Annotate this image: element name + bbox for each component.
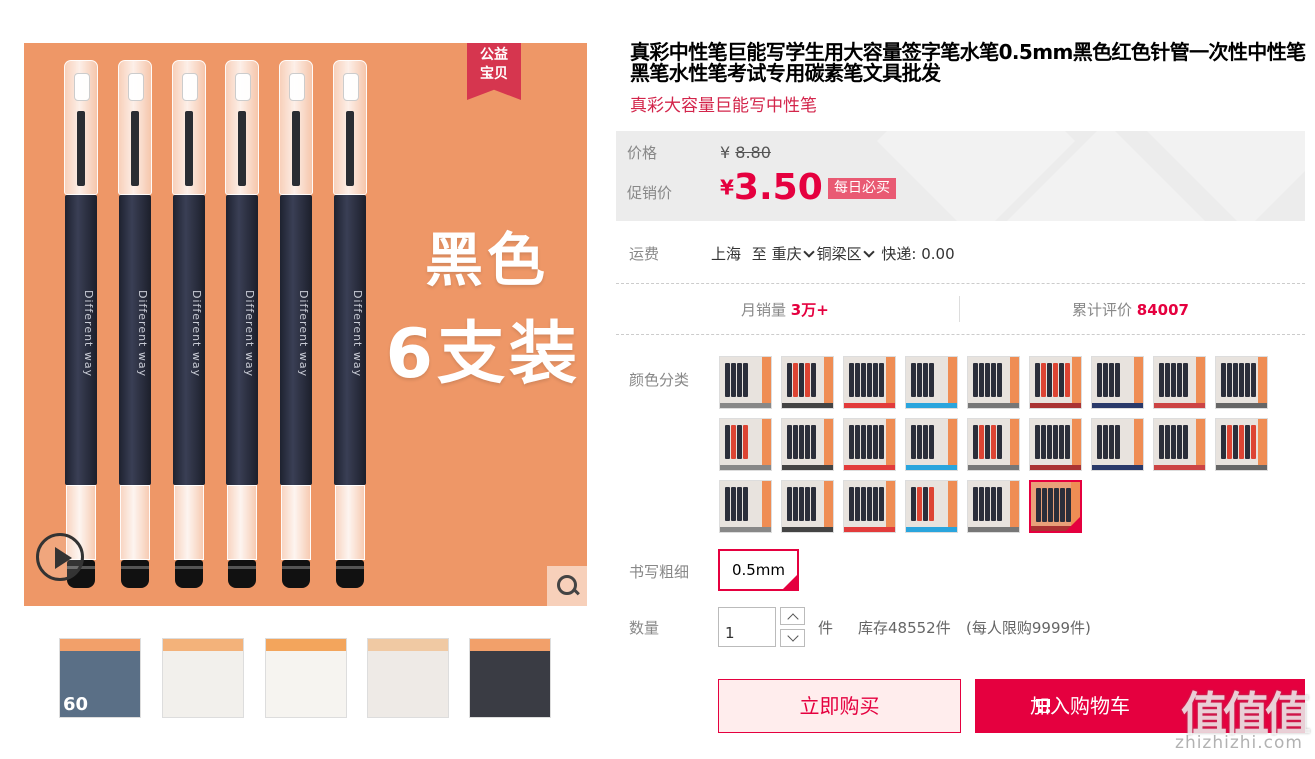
- promo-tag: 每日必买: [828, 178, 896, 199]
- color-swatch[interactable]: [1215, 356, 1268, 409]
- price-box: 价格 ¥ 8.80 促销价 ¥3.50 每日必买: [616, 131, 1305, 221]
- ship-to-word: 至: [751, 245, 767, 263]
- main-product-image[interactable]: Different way Different way Different wa…: [24, 43, 587, 606]
- color-swatch[interactable]: [781, 356, 834, 409]
- promo-price-label: 促销价: [627, 184, 673, 202]
- pen-illustration: Different way: [172, 60, 206, 588]
- color-swatch[interactable]: [1029, 356, 1082, 409]
- pen-illustration: Different way: [64, 60, 98, 588]
- color-swatch[interactable]: [1029, 418, 1082, 471]
- thumbnail[interactable]: 60: [59, 638, 141, 718]
- zoom-icon[interactable]: [547, 566, 587, 606]
- shipping-fee: 快递: 0.00: [881, 245, 955, 263]
- quantity-input[interactable]: [718, 607, 776, 647]
- pen-illustration: Different way: [118, 60, 152, 588]
- color-swatch[interactable]: [905, 480, 958, 533]
- divider: [959, 296, 960, 322]
- quantity-unit: 件: [818, 619, 834, 637]
- original-price: ¥ 8.80: [720, 143, 771, 162]
- hero-color-text: 黑色: [424, 226, 549, 294]
- pen-illustration: Different way: [333, 60, 367, 588]
- watermark-url: zhizhizhi.com: [1175, 733, 1303, 753]
- pen-illustration: Different way: [279, 60, 313, 588]
- thumbnail[interactable]: [162, 638, 244, 718]
- ship-from: 上海: [711, 245, 742, 263]
- promo-price: ¥3.50: [720, 167, 823, 208]
- product-title: 真彩中性笔巨能写学生用大容量签字笔水笔0.5mm黑色红色针管一次性中性笔黑笔水性…: [630, 40, 1306, 85]
- color-label: 颜色分类: [629, 371, 690, 389]
- color-swatch[interactable]: [1153, 418, 1206, 471]
- product-subtitle: 真彩大容量巨能写中性笔: [630, 96, 817, 116]
- color-swatch[interactable]: [719, 480, 772, 533]
- quantity-increase-button[interactable]: [780, 607, 805, 625]
- color-swatch[interactable]: [719, 418, 772, 471]
- width-label: 书写粗细: [629, 563, 690, 581]
- cart-icon: [1033, 697, 1053, 713]
- district-select[interactable]: 铜梁区: [817, 245, 877, 263]
- purchase-limit: (每人限购9999件): [966, 619, 1091, 637]
- color-swatch[interactable]: [843, 418, 896, 471]
- city-select[interactable]: 重庆: [772, 245, 817, 263]
- color-swatch[interactable]: [843, 480, 896, 533]
- color-swatch[interactable]: [1029, 480, 1082, 533]
- color-swatch[interactable]: [1091, 356, 1144, 409]
- color-swatch[interactable]: [781, 418, 834, 471]
- color-swatch[interactable]: [1215, 418, 1268, 471]
- price-label: 价格: [627, 144, 658, 162]
- thumbnail[interactable]: [367, 638, 449, 718]
- color-swatch[interactable]: [905, 418, 958, 471]
- charity-badge: 公益 宝贝: [467, 43, 521, 100]
- shipping-label: 运费: [629, 245, 660, 263]
- chevron-down-icon: [862, 246, 875, 258]
- color-swatch[interactable]: [967, 480, 1020, 533]
- chevron-up-icon: [787, 613, 799, 625]
- divider: [616, 334, 1305, 335]
- review-count[interactable]: 累计评价 84007: [1072, 299, 1189, 320]
- color-swatch[interactable]: [1153, 356, 1206, 409]
- width-option-0-5mm[interactable]: 0.5mm: [718, 549, 799, 591]
- chevron-down-icon: [787, 630, 799, 642]
- chevron-down-icon: [802, 246, 815, 258]
- pen-illustration: Different way: [225, 60, 259, 588]
- color-swatch[interactable]: [843, 356, 896, 409]
- color-swatch[interactable]: [905, 356, 958, 409]
- stock-count: 库存48552件: [858, 619, 951, 637]
- color-swatch[interactable]: [1091, 418, 1144, 471]
- color-swatch[interactable]: [781, 480, 834, 533]
- color-swatch[interactable]: [967, 418, 1020, 471]
- thumbnail[interactable]: [265, 638, 347, 718]
- product-page: Different way Different way Different wa…: [0, 0, 1315, 759]
- color-swatch[interactable]: [967, 356, 1020, 409]
- quantity-decrease-button[interactable]: [780, 629, 805, 647]
- stats-row: 月销量 3万+ 累计评价 84007: [616, 296, 1305, 322]
- monthly-sales: 月销量 3万+: [741, 301, 829, 319]
- color-swatch[interactable]: [719, 356, 772, 409]
- play-video-icon[interactable]: [36, 533, 84, 581]
- buy-now-button[interactable]: 立即购买: [718, 679, 961, 733]
- divider: [616, 283, 1305, 284]
- hero-pack-text: 6支装: [385, 315, 581, 394]
- quantity-label: 数量: [629, 619, 660, 637]
- thumbnail[interactable]: [469, 638, 551, 718]
